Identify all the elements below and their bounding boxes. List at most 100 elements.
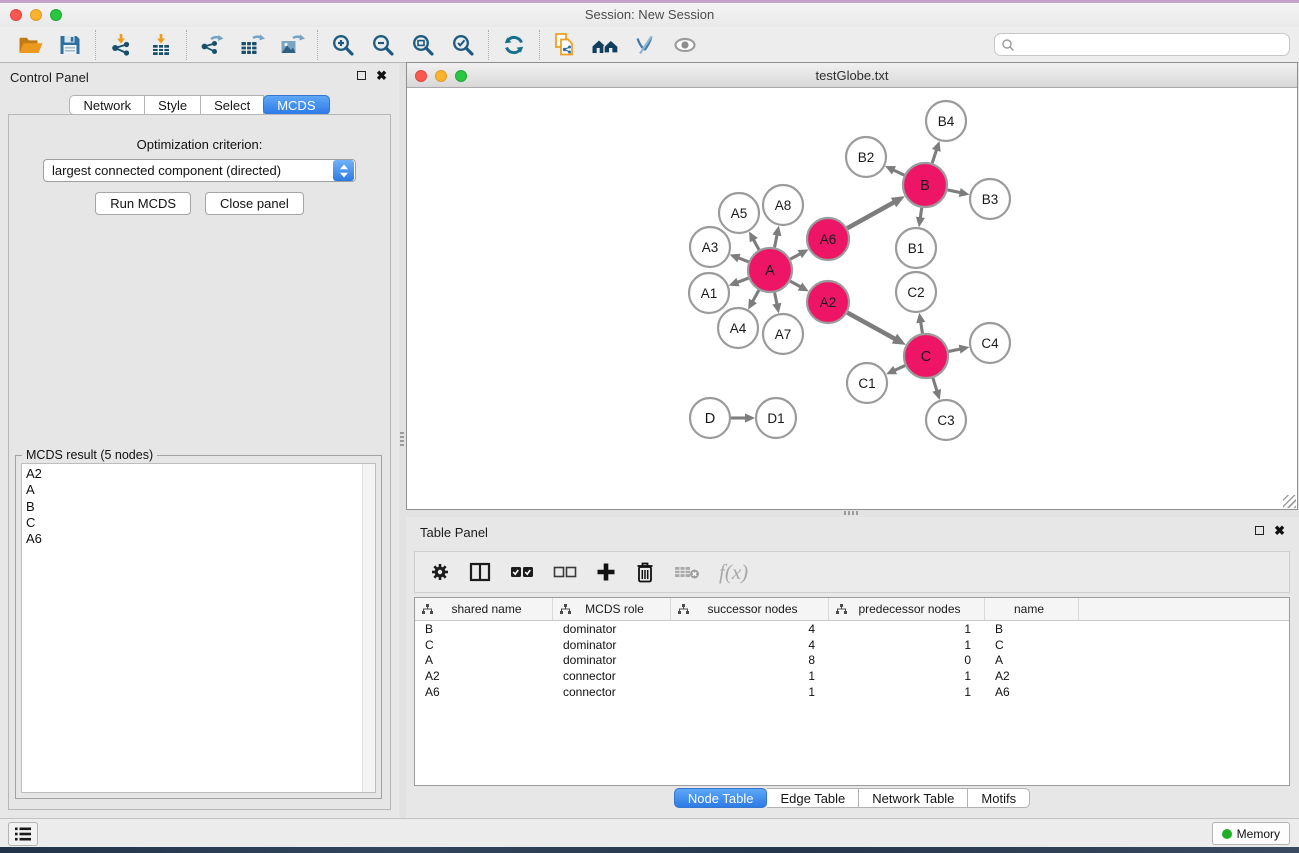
column-visibility-button[interactable]: [469, 562, 491, 582]
add-column-button[interactable]: [596, 562, 616, 582]
graph-edge-C-C2[interactable]: [916, 313, 925, 334]
graph-edge-A-A1[interactable]: [729, 278, 749, 287]
result-scrollbar[interactable]: [362, 464, 375, 792]
zoom-window-button[interactable]: [50, 9, 62, 21]
close-window-button[interactable]: [10, 9, 22, 21]
mcds-result-list[interactable]: A2ABCA6: [21, 463, 376, 793]
table-cell[interactable]: A6: [415, 685, 553, 699]
splitter-grip[interactable]: [844, 511, 859, 515]
table-cell[interactable]: 4: [671, 638, 829, 652]
list-item[interactable]: A6: [26, 531, 375, 547]
close-panel-icon[interactable]: ✖: [376, 70, 387, 81]
table-cell[interactable]: 8: [671, 653, 829, 667]
export-image-button[interactable]: [272, 29, 312, 61]
column-header-shared-name[interactable]: shared name: [415, 598, 553, 620]
import-network-button[interactable]: [101, 29, 141, 61]
graph-edge-B-B2[interactable]: [885, 166, 904, 175]
vertical-splitter[interactable]: [399, 64, 406, 818]
tab-select[interactable]: Select: [201, 95, 264, 115]
network-graph[interactable]: AA1A2A3A4A5A6A7A8BB1B2B3B4CC1C2C3C4DD1: [407, 89, 1297, 510]
graph-node-A5[interactable]: A5: [719, 193, 759, 233]
graph-edge-D-D1[interactable]: [731, 413, 755, 422]
hide-selected-button[interactable]: [625, 29, 665, 61]
table-cell[interactable]: 4: [671, 622, 829, 636]
horizontal-splitter[interactable]: [406, 510, 1299, 517]
graph-edge-C-C1[interactable]: [886, 366, 905, 375]
table-cell[interactable]: 1: [671, 685, 829, 699]
graph-node-C2[interactable]: C2: [896, 272, 936, 312]
graph-node-A7[interactable]: A7: [763, 314, 803, 354]
table-cell[interactable]: B: [985, 622, 1079, 636]
delete-table-button[interactable]: [674, 564, 700, 580]
window-resize-grip[interactable]: [1283, 495, 1296, 508]
search-input[interactable]: [1019, 38, 1283, 52]
export-table-button[interactable]: [232, 29, 272, 61]
graph-edge-B-B1[interactable]: [916, 208, 925, 227]
delete-columns-button[interactable]: [635, 561, 655, 583]
table-cell[interactable]: B: [415, 622, 553, 636]
function-builder-button[interactable]: f(x): [719, 560, 748, 585]
tab-mcds[interactable]: MCDS: [263, 95, 329, 115]
graph-node-A6[interactable]: A6: [807, 218, 849, 260]
criterion-dropdown[interactable]: largest connected component (directed): [43, 159, 356, 182]
network-canvas[interactable]: AA1A2A3A4A5A6A7A8BB1B2B3B4CC1C2C3C4DD1: [407, 89, 1297, 509]
graph-node-A2[interactable]: A2: [807, 281, 849, 323]
table-cell[interactable]: A: [985, 653, 1079, 667]
list-item[interactable]: A2: [26, 466, 375, 482]
graph-node-A[interactable]: A: [748, 248, 792, 292]
graph-node-A1[interactable]: A1: [689, 273, 729, 313]
graph-edge-A-A5[interactable]: [749, 231, 759, 249]
table-cell[interactable]: 1: [829, 638, 985, 652]
graph-edge-A6-B[interactable]: [847, 196, 905, 228]
run-mcds-button[interactable]: Run MCDS: [95, 192, 191, 215]
graph-node-C4[interactable]: C4: [970, 323, 1010, 363]
table-cell[interactable]: dominator: [553, 622, 671, 636]
tab-network-table[interactable]: Network Table: [859, 788, 968, 808]
graph-edge-A-A6[interactable]: [790, 249, 808, 259]
graph-node-A3[interactable]: A3: [690, 227, 730, 267]
graph-node-B[interactable]: B: [903, 163, 947, 207]
table-cell[interactable]: 1: [671, 669, 829, 683]
graph-edge-A-A3[interactable]: [730, 254, 749, 263]
table-settings-button[interactable]: [430, 562, 450, 582]
column-header-predecessor-nodes[interactable]: predecessor nodes: [829, 598, 985, 620]
graph-edge-A-A8[interactable]: [772, 226, 781, 248]
new-network-from-selection-button[interactable]: [545, 29, 585, 61]
graph-edge-B-B3[interactable]: [947, 188, 969, 197]
zoom-out-button[interactable]: [363, 29, 403, 61]
float-panel-icon[interactable]: [1255, 526, 1264, 535]
select-all-columns-button[interactable]: [510, 565, 534, 579]
show-all-button[interactable]: [665, 29, 705, 61]
table-row[interactable]: Cdominator41C: [415, 637, 1289, 653]
column-header-MCDS-role[interactable]: MCDS role: [553, 598, 671, 620]
float-panel-icon[interactable]: [357, 71, 366, 80]
table-cell[interactable]: A6: [985, 685, 1079, 699]
graph-node-B4[interactable]: B4: [926, 101, 966, 141]
tab-node-table[interactable]: Node Table: [674, 788, 768, 808]
deselect-all-columns-button[interactable]: [553, 565, 577, 579]
first-neighbors-button[interactable]: [585, 29, 625, 61]
splitter-grip[interactable]: [400, 432, 404, 447]
import-table-button[interactable]: [141, 29, 181, 61]
table-row[interactable]: Bdominator41B: [415, 621, 1289, 637]
open-session-button[interactable]: [10, 29, 50, 61]
minimize-network-window-button[interactable]: [435, 70, 447, 82]
graph-node-D1[interactable]: D1: [756, 398, 796, 438]
table-cell[interactable]: A: [415, 653, 553, 667]
node-table[interactable]: shared nameMCDS rolesuccessor nodesprede…: [414, 597, 1290, 786]
column-header-successor-nodes[interactable]: successor nodes: [671, 598, 829, 620]
tab-style[interactable]: Style: [145, 95, 201, 115]
zoom-fit-button[interactable]: [403, 29, 443, 61]
graph-edge-A2-C[interactable]: [847, 313, 906, 345]
table-cell[interactable]: C: [415, 638, 553, 652]
close-network-window-button[interactable]: [415, 70, 427, 82]
tab-edge-table[interactable]: Edge Table: [767, 788, 859, 808]
list-item[interactable]: C: [26, 515, 375, 531]
tab-motifs[interactable]: Motifs: [968, 788, 1030, 808]
list-item[interactable]: A: [26, 482, 375, 498]
table-cell[interactable]: 0: [829, 653, 985, 667]
table-cell[interactable]: connector: [553, 669, 671, 683]
dropdown-stepper-icon[interactable]: [333, 160, 354, 181]
zoom-network-window-button[interactable]: [455, 70, 467, 82]
refresh-network-button[interactable]: [494, 29, 534, 61]
